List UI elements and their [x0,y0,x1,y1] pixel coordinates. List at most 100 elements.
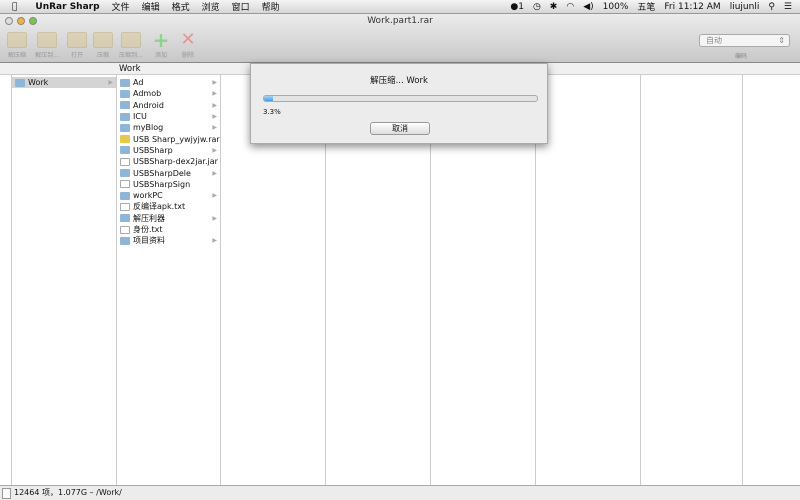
folder-icon [120,78,130,87]
plus-icon: + [152,28,170,52]
list-item[interactable]: 解压利器 ▶ [117,213,220,224]
list-item[interactable]: Ad ▶ [117,77,220,88]
item-name: workPC [133,191,163,201]
item-name: 反编译apk.txt [133,202,186,212]
chevron-right-icon: ▶ [212,124,217,132]
compress-to-button[interactable]: 压缩到... [117,32,145,59]
list-item[interactable]: USB Sharp_ywjyjw.rar [117,133,220,144]
open-button[interactable]: 打开 [63,32,91,59]
list-item[interactable]: workPC ▶ [117,190,220,201]
chevron-right-icon: ▶ [212,169,217,177]
progress-text: 3.3% [263,108,281,116]
folder-icon [120,112,130,121]
folder-icon [120,236,130,245]
list-item[interactable]: Admob ▶ [117,88,220,99]
delete-button[interactable]: ✕ 删除 [174,29,202,60]
column-gutter [0,75,12,485]
menu-format[interactable]: 格式 [172,0,190,13]
item-name: Ad [133,78,144,88]
notification-icon[interactable]: ☰ [784,2,792,12]
file-icon [120,180,130,189]
menu-file[interactable]: 文件 [112,0,130,13]
file-icon [120,157,130,166]
spotlight-icon[interactable]: ⚲ [768,2,775,12]
list-item[interactable]: USBSharp ▶ [117,145,220,156]
extract-to-button[interactable]: 解压到... [33,32,61,59]
item-name: 身份.txt [133,225,163,234]
list-item[interactable]: Work ▶ [12,77,116,89]
folder-icon [120,214,130,223]
browser-column-6[interactable] [536,75,641,485]
item-name: ICU [133,112,147,122]
list-item[interactable]: USBSharpDele ▶ [117,167,220,178]
rar-file-icon [120,135,130,144]
bluetooth-icon[interactable]: ✱ [550,2,558,12]
add-button[interactable]: + 添加 [147,28,175,59]
list-item[interactable]: Android ▶ [117,100,220,111]
progress-bar [263,95,538,102]
cancel-button[interactable]: 取消 [370,122,430,135]
item-name: Android [133,100,164,110]
status-bar: 12464 项，1.077G – /Work/ [0,485,800,500]
folder-icon [120,89,130,98]
status-text: 12464 项，1.077G – /Work/ [14,488,122,497]
battery-text[interactable]: 100% [603,2,629,12]
menu-window[interactable]: 窗口 [232,0,250,13]
chevron-right-icon: ▶ [212,192,217,200]
item-name: Admob [133,89,162,99]
list-item[interactable]: ICU ▶ [117,111,220,122]
chevron-right-icon: ▶ [212,101,217,109]
chevron-right-icon: ▶ [212,79,217,87]
folder-icon [120,123,130,132]
menu-browse[interactable]: 浏览 [202,0,220,13]
status-toggle-button[interactable] [2,488,11,499]
item-name: USBSharpDele [133,168,191,178]
item-name: USBSharpSign [133,179,191,189]
menu-bar:  UnRar Sharp 文件 编辑 格式 浏览 窗口 帮助 ●1 ◷ ✱ ◠… [0,0,800,14]
extract-progress-dialog: 解压缩... Work 3.3% 取消 [250,63,548,144]
list-item[interactable]: USBSharpSign [117,179,220,190]
item-name: myBlog [133,123,164,133]
user-name[interactable]: liujunli [730,2,760,12]
volume-icon[interactable]: ◀) [583,2,593,12]
menu-edit[interactable]: 编辑 [142,0,160,13]
browser-column-1[interactable]: Work ▶ [12,75,117,485]
extract-button[interactable]: 解压缩 [3,32,31,59]
clock-icon[interactable]: ◷ [533,2,541,12]
menu-app-name[interactable]: UnRar Sharp [35,2,99,12]
qq-count: 1 [518,1,524,12]
ime-indicator[interactable]: 五笔 [637,0,655,13]
qq-icon[interactable]: ●1 [510,2,524,12]
list-item[interactable]: USBSharp-dex2jar.jar [117,156,220,167]
x-icon: ✕ [180,29,196,50]
item-name: 解压利器 [133,213,165,223]
file-icon [120,202,130,211]
list-item[interactable]: myBlog ▶ [117,122,220,133]
item-name: 项目资料 [133,236,165,246]
encoding-select[interactable]: 自动 ⇕ [699,34,790,47]
file-icon [120,225,130,234]
menu-help[interactable]: 帮助 [262,0,280,13]
clock[interactable]: Fri 11:12 AM [664,2,720,12]
list-item[interactable]: 项目资料 ▶ [117,235,220,246]
item-name: USB Sharp_ywjyjw.rar [133,134,220,144]
apple-menu-icon[interactable]:  [12,2,17,12]
chevron-right-icon: ▶ [108,79,113,87]
browser-column-2[interactable]: Ad ▶ Admob ▶ Android ▶ ICU ▶ myBlog ▶ USB Sharp_yw… [117,75,221,485]
chevron-right-icon: ▶ [212,113,217,121]
folder-icon [120,191,130,200]
chevron-right-icon: ▶ [212,237,217,245]
wifi-icon[interactable]: ◠ [566,2,574,12]
list-item[interactable]: 身份.txt [117,224,220,235]
browser-column-7[interactable] [641,75,743,485]
dialog-title: 解压缩... Work [370,76,428,86]
encoding-label: 编码 [735,53,748,60]
chevron-right-icon: ▶ [212,214,217,222]
folder-icon [120,146,130,155]
browser-column-8[interactable] [743,75,800,485]
window-title: Work.part1.rar [367,16,433,26]
compress-button[interactable]: 压缩 [89,32,117,59]
chevron-right-icon: ▶ [212,90,217,98]
folder-icon [15,78,25,87]
list-item[interactable]: 反编译apk.txt [117,201,220,212]
